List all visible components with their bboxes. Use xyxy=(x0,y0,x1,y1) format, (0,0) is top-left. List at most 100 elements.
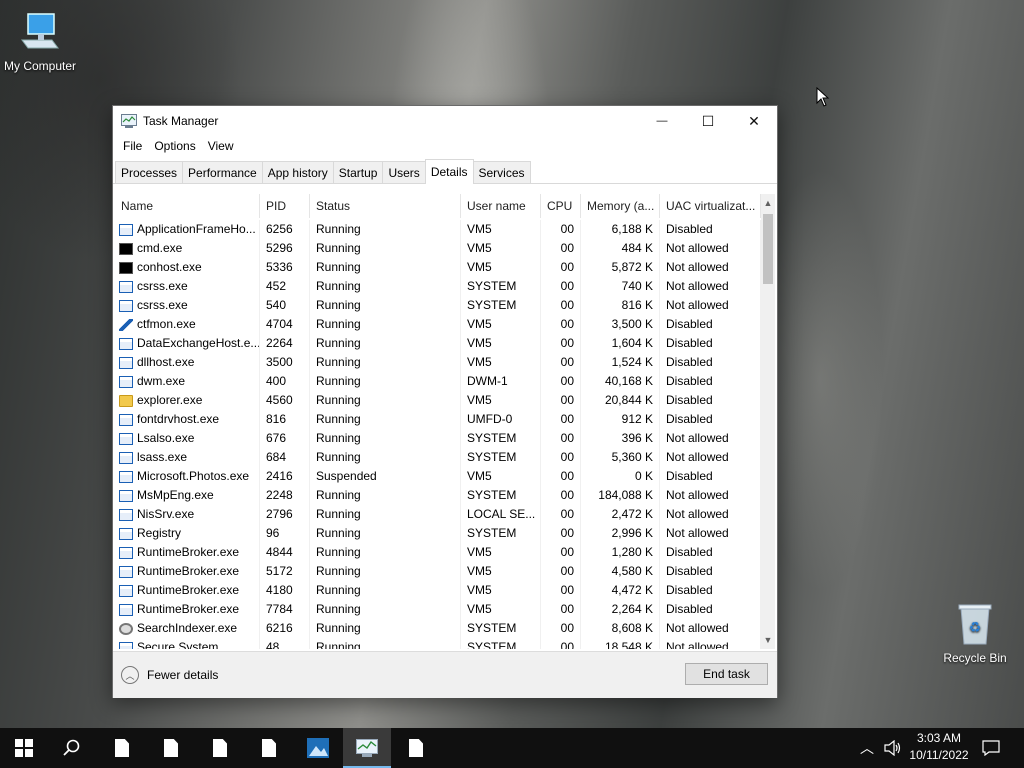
action-center-button[interactable] xyxy=(982,728,1000,768)
process-memory: 4,472 K xyxy=(611,583,653,597)
process-cpu: 00 xyxy=(560,469,574,483)
process-uac-cell: Not allowed xyxy=(660,296,761,315)
process-uac: Not allowed xyxy=(666,279,729,293)
table-row[interactable]: SearchIndexer.exe 6216 Running SYSTEM 00 8,60… xyxy=(115,619,761,638)
taskbar-app-document-1[interactable] xyxy=(98,728,146,768)
table-row[interactable]: dwm.exe 400 Running DWM-1 00 40,168 K Disabled xyxy=(115,372,761,391)
table-row[interactable]: csrss.exe 540 Running SYSTEM 00 816 K Not allo… xyxy=(115,296,761,315)
process-pid-cell: 6256 xyxy=(260,220,310,239)
table-row[interactable]: dllhost.exe 3500 Running VM5 00 1,524 K Disabl… xyxy=(115,353,761,372)
taskbar-app-photos[interactable] xyxy=(294,728,342,768)
tab-app-history[interactable]: App history xyxy=(261,161,334,183)
process-memory: 3,500 K xyxy=(611,317,653,331)
scrollbar-thumb[interactable] xyxy=(763,214,773,284)
close-button[interactable]: ✕ xyxy=(731,106,777,136)
process-pid: 6216 xyxy=(266,621,293,635)
end-task-button[interactable]: End task xyxy=(685,663,768,685)
taskbar-app-document-3[interactable] xyxy=(196,728,244,768)
taskbar-app-task-manager[interactable] xyxy=(343,728,391,768)
process-user-cell: VM5 xyxy=(461,467,541,486)
notification-icon xyxy=(982,740,1000,756)
table-row[interactable]: lsass.exe 684 Running SYSTEM 00 5,360 K Not al… xyxy=(115,448,761,467)
process-pid-cell: 452 xyxy=(260,277,310,296)
process-memory: 20,844 K xyxy=(604,393,653,407)
fewer-details-button[interactable]: ︿ Fewer details xyxy=(121,666,218,684)
search-button[interactable] xyxy=(48,728,96,768)
title-bar[interactable]: Task Manager — ☐ ✕ xyxy=(113,106,777,136)
process-memory: 184,088 K xyxy=(598,488,653,502)
process-cpu: 00 xyxy=(560,260,574,274)
process-user-cell: VM5 xyxy=(461,581,541,600)
process-uac: Not allowed xyxy=(666,450,729,464)
process-cpu-cell: 00 xyxy=(541,220,581,239)
process-pid: 2248 xyxy=(266,488,293,502)
process-user-cell: SYSTEM xyxy=(461,638,541,649)
column-header-status[interactable]: Status xyxy=(310,194,461,218)
process-memory-cell: 3,500 K xyxy=(581,315,660,334)
menu-view[interactable]: View xyxy=(202,139,240,153)
minimize-button[interactable]: — xyxy=(639,106,685,136)
table-row[interactable]: conhost.exe 5336 Running VM5 00 5,872 K Not al… xyxy=(115,258,761,277)
process-name-cell: DataExchangeHost.e... xyxy=(115,334,260,353)
maximize-button[interactable]: ☐ xyxy=(685,106,731,136)
table-row[interactable]: ApplicationFrameHo... 6256 Running VM5 00 6,1… xyxy=(115,220,761,239)
table-row[interactable]: Registry 96 Running SYSTEM 00 2,996 K Not allo… xyxy=(115,524,761,543)
tab-details[interactable]: Details xyxy=(424,159,474,184)
start-button[interactable] xyxy=(0,728,48,768)
process-uac: Disabled xyxy=(666,412,713,426)
table-row[interactable]: Microsoft.Photos.exe 2416 Suspended VM5 00 0 … xyxy=(115,467,761,486)
tab-performance[interactable]: Performance xyxy=(182,161,263,183)
column-header-memory[interactable]: Memory (a... xyxy=(581,194,660,218)
volume-button[interactable] xyxy=(884,728,902,768)
tab-users[interactable]: Users xyxy=(382,161,426,183)
process-status-cell: Running xyxy=(310,277,461,296)
tab-startup[interactable]: Startup xyxy=(332,161,384,183)
column-header-user-name[interactable]: User name xyxy=(461,194,541,218)
taskbar-app-document-2[interactable] xyxy=(147,728,195,768)
process-user: VM5 xyxy=(467,583,492,597)
maximize-icon: ☐ xyxy=(701,112,715,129)
menu-file[interactable]: File xyxy=(117,139,148,153)
process-uac-cell: Disabled xyxy=(660,467,761,486)
scroll-down-icon[interactable]: ▼ xyxy=(761,633,775,647)
table-row[interactable]: RuntimeBroker.exe 5172 Running VM5 00 4,580 K… xyxy=(115,562,761,581)
table-row[interactable]: RuntimeBroker.exe 4180 Running VM5 00 4,472 K… xyxy=(115,581,761,600)
process-name-cell: RuntimeBroker.exe xyxy=(115,600,260,619)
table-row[interactable]: explorer.exe 4560 Running VM5 00 20,844 K Disa… xyxy=(115,391,761,410)
table-row[interactable]: fontdrvhost.exe 816 Running UMFD-0 00 912 K Di… xyxy=(115,410,761,429)
table-row[interactable]: cmd.exe 5296 Running VM5 00 484 K Not allowed xyxy=(115,239,761,258)
system-clock[interactable]: 3:03 AM 10/11/2022 xyxy=(905,730,973,764)
vertical-scrollbar[interactable]: ▲ ▼ xyxy=(761,194,775,649)
process-uac-cell: Not allowed xyxy=(660,619,761,638)
table-row[interactable]: RuntimeBroker.exe 7784 Running VM5 00 2,264 K… xyxy=(115,600,761,619)
column-header-pid[interactable]: PID xyxy=(260,194,310,218)
table-row[interactable]: DataExchangeHost.e... 2264 Running VM5 00 1,6… xyxy=(115,334,761,353)
process-cpu-cell: 00 xyxy=(541,315,581,334)
table-row[interactable]: NisSrv.exe 2796 Running LOCAL SE... 00 2,472 … xyxy=(115,505,761,524)
column-header-cpu[interactable]: CPU xyxy=(541,194,581,218)
show-hidden-icons-button[interactable]: ︿ xyxy=(860,728,874,768)
tab-services[interactable]: Services xyxy=(472,161,531,183)
process-user: UMFD-0 xyxy=(467,412,513,426)
table-row[interactable]: RuntimeBroker.exe 4844 Running VM5 00 1,280 K… xyxy=(115,543,761,562)
table-row[interactable]: MsMpEng.exe 2248 Running SYSTEM 00 184,088 K N… xyxy=(115,486,761,505)
process-uac-cell: Not allowed xyxy=(660,277,761,296)
process-user-cell: SYSTEM xyxy=(461,486,541,505)
desktop-icon-recycle-bin[interactable]: ♻ Recycle Bin xyxy=(935,602,1015,665)
process-pid: 676 xyxy=(266,431,287,445)
table-row[interactable]: ctfmon.exe 4704 Running VM5 00 3,500 K Disable… xyxy=(115,315,761,334)
process-cpu: 00 xyxy=(560,412,574,426)
desktop-icon-my-computer[interactable]: My Computer xyxy=(0,10,80,73)
taskbar-app-document-4[interactable] xyxy=(245,728,293,768)
menu-options[interactable]: Options xyxy=(148,139,201,153)
table-row[interactable]: Lsalso.exe 676 Running SYSTEM 00 396 K Not all… xyxy=(115,429,761,448)
column-header-uac-virtualization[interactable]: UAC virtualizat... xyxy=(660,194,761,218)
table-row[interactable]: Secure System 48 Running SYSTEM 00 18,548 K No… xyxy=(115,638,761,649)
table-row[interactable]: csrss.exe 452 Running SYSTEM 00 740 K Not allo… xyxy=(115,277,761,296)
taskbar-app-document-5[interactable] xyxy=(392,728,440,768)
tab-processes[interactable]: Processes xyxy=(115,161,184,183)
process-status: Running xyxy=(316,545,361,559)
mouse-cursor-icon xyxy=(816,87,830,107)
process-cmd-icon xyxy=(119,261,133,274)
scroll-up-icon[interactable]: ▲ xyxy=(761,196,775,210)
